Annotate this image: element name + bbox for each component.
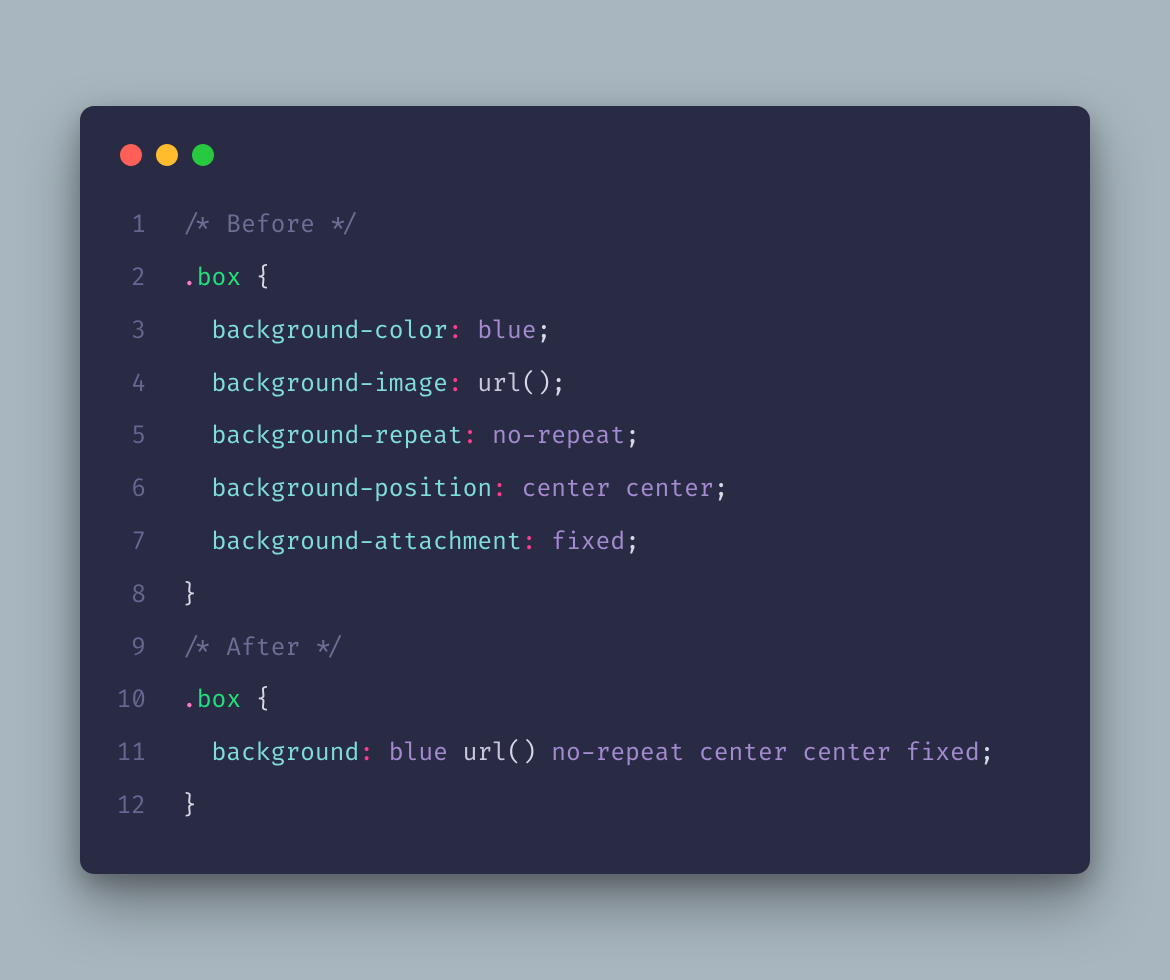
- line-content[interactable]: background-image: url();: [176, 359, 1050, 412]
- line-content[interactable]: background: blue url() no-repeat center …: [176, 728, 1050, 781]
- token-prop: background-attachment: [212, 528, 522, 557]
- code-line[interactable]: 8}: [80, 570, 1090, 623]
- token-semi: ;: [551, 370, 566, 399]
- stage: 1/* Before */2.box {3background-color: b…: [0, 0, 1170, 980]
- code-line[interactable]: 4background-image: url();: [80, 359, 1090, 412]
- token-plain: [536, 528, 551, 557]
- line-content[interactable]: /* After */: [176, 623, 1050, 676]
- token-colon: :: [522, 528, 537, 557]
- token-prop: background: [212, 739, 360, 768]
- token-brace: {: [256, 686, 271, 715]
- token-colon: :: [492, 475, 507, 504]
- token-plain: [463, 317, 478, 346]
- token-dot: .: [182, 686, 197, 715]
- token-value: fixed: [551, 528, 625, 557]
- zoom-icon[interactable]: [192, 144, 214, 166]
- line-number: 10: [80, 675, 176, 728]
- token-value: no-repeat center center fixed: [537, 739, 980, 768]
- token-plain: [241, 264, 256, 293]
- line-number: 4: [80, 359, 176, 412]
- token-comment: /* Before */: [182, 211, 359, 240]
- line-content[interactable]: .box {: [176, 675, 1050, 728]
- token-prop: background-repeat: [212, 422, 463, 451]
- code-line[interactable]: 1/* Before */: [80, 200, 1090, 253]
- code-line[interactable]: 2.box {: [80, 253, 1090, 306]
- code-window: 1/* Before */2.box {3background-color: b…: [80, 106, 1090, 874]
- line-number: 1: [80, 200, 176, 253]
- token-class: box: [197, 264, 241, 293]
- code-line[interactable]: 11background: blue url() no-repeat cente…: [80, 728, 1090, 781]
- window-controls: [80, 134, 1090, 200]
- token-plain: [241, 686, 256, 715]
- line-content[interactable]: /* Before */: [176, 200, 1050, 253]
- token-paren: (): [522, 370, 552, 399]
- token-paren: (): [507, 739, 537, 768]
- minimize-icon[interactable]: [156, 144, 178, 166]
- token-fn: url: [463, 739, 507, 768]
- token-prop: background-position: [212, 475, 493, 504]
- token-fn: url: [477, 370, 521, 399]
- line-content[interactable]: background-color: blue;: [176, 306, 1050, 359]
- token-plain: [507, 475, 522, 504]
- line-number: 9: [80, 623, 176, 676]
- line-number: 5: [80, 411, 176, 464]
- line-content[interactable]: background-position: center center;: [176, 464, 1050, 517]
- token-colon: :: [463, 422, 478, 451]
- token-plain: [477, 422, 492, 451]
- line-number: 8: [80, 570, 176, 623]
- line-content[interactable]: background-attachment: fixed;: [176, 517, 1050, 570]
- code-line[interactable]: 5background-repeat: no-repeat;: [80, 411, 1090, 464]
- line-number: 3: [80, 306, 176, 359]
- line-number: 6: [80, 464, 176, 517]
- token-plain: [463, 370, 478, 399]
- code-line[interactable]: 6background-position: center center;: [80, 464, 1090, 517]
- code-line[interactable]: 3background-color: blue;: [80, 306, 1090, 359]
- token-value: blue: [389, 739, 463, 768]
- token-value: center center: [522, 475, 714, 504]
- code-line[interactable]: 10.box {: [80, 675, 1090, 728]
- token-semi: ;: [536, 317, 551, 346]
- token-brace: }: [182, 792, 197, 821]
- code-line[interactable]: 12}: [80, 781, 1090, 834]
- token-semi: ;: [625, 528, 640, 557]
- line-content[interactable]: background-repeat: no-repeat;: [176, 411, 1050, 464]
- token-colon: :: [448, 317, 463, 346]
- token-value: no-repeat: [492, 422, 625, 451]
- line-number: 7: [80, 517, 176, 570]
- token-semi: ;: [625, 422, 640, 451]
- token-comment: /* After */: [182, 634, 344, 663]
- line-number: 2: [80, 253, 176, 306]
- token-semi: ;: [980, 739, 995, 768]
- close-icon[interactable]: [120, 144, 142, 166]
- line-content[interactable]: .box {: [176, 253, 1050, 306]
- token-brace: {: [256, 264, 271, 293]
- token-prop: background-image: [212, 370, 448, 399]
- token-plain: [374, 739, 389, 768]
- token-semi: ;: [714, 475, 729, 504]
- line-number: 11: [80, 728, 176, 781]
- code-editor[interactable]: 1/* Before */2.box {3background-color: b…: [80, 200, 1090, 834]
- token-colon: :: [448, 370, 463, 399]
- token-prop: background-color: [212, 317, 448, 346]
- token-class: box: [197, 686, 241, 715]
- line-number: 12: [80, 781, 176, 834]
- token-value: blue: [477, 317, 536, 346]
- code-line[interactable]: 7background-attachment: fixed;: [80, 517, 1090, 570]
- line-content[interactable]: }: [176, 781, 1050, 834]
- code-line[interactable]: 9/* After */: [80, 623, 1090, 676]
- token-dot: .: [182, 264, 197, 293]
- token-colon: :: [359, 739, 374, 768]
- token-brace: }: [182, 581, 197, 610]
- line-content[interactable]: }: [176, 570, 1050, 623]
